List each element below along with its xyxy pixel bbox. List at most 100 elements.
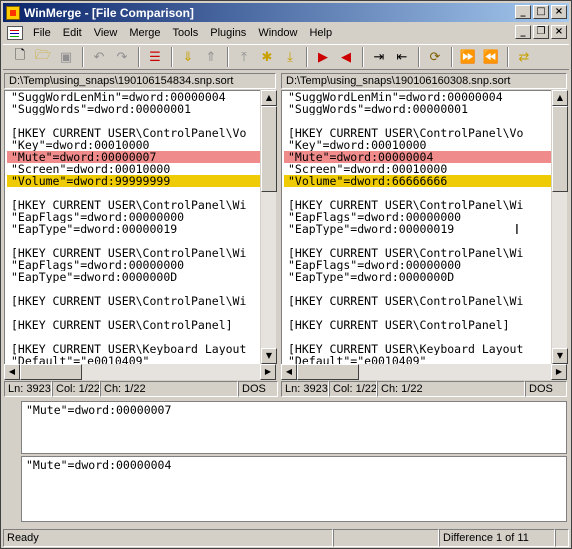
right-code-line[interactable]: [HKEY_CURRENT_USER\ControlPanel] xyxy=(284,319,566,331)
current-diff-icon[interactable]: ✱ xyxy=(256,46,278,68)
left-code-line[interactable]: [HKEY_CURRENT_USER\ControlPanel\Wi xyxy=(7,295,275,307)
save-icon[interactable]: ▣ xyxy=(55,46,77,68)
left-hscroll[interactable]: ◀ ▶ xyxy=(4,364,276,380)
left-code-line[interactable]: [HKEY_CURRENT_USER\ControlPanel\Vo xyxy=(7,127,275,139)
refresh-icon[interactable]: ⟳ xyxy=(424,46,446,68)
maximize-button[interactable]: □ xyxy=(533,5,549,19)
left-code-line[interactable] xyxy=(7,187,275,199)
menu-help[interactable]: Help xyxy=(303,25,338,41)
right-hscroll[interactable]: ◀ ▶ xyxy=(281,364,567,380)
prev-diff-icon[interactable]: ⇑ xyxy=(200,46,222,68)
menu-plugins[interactable]: Plugins xyxy=(204,25,252,41)
swap-icon[interactable]: ⇄ xyxy=(513,46,535,68)
left-code-line[interactable]: "SuggWords"=dword:00000001 xyxy=(7,103,275,115)
left-code-line[interactable]: "Volume"=dword:99999999 xyxy=(7,175,275,187)
left-code-line[interactable]: "Mute"=dword:00000007 xyxy=(7,151,275,163)
new-icon[interactable]: 🗋 xyxy=(9,46,31,68)
left-code-line[interactable]: [HKEY_CURRENT_USER\ControlPanel\Wi xyxy=(7,199,275,211)
open-icon[interactable]: 🗁 xyxy=(32,46,54,68)
undo-icon[interactable]: ↶ xyxy=(88,46,110,68)
scroll-up-icon[interactable]: ▲ xyxy=(261,90,277,106)
menu-view[interactable]: View xyxy=(88,25,124,41)
right-code-line[interactable] xyxy=(284,187,566,199)
scroll-thumb[interactable] xyxy=(261,106,277,192)
right-code-line[interactable]: "Key"=dword:00010000 xyxy=(284,139,566,151)
left-code-line[interactable] xyxy=(7,115,275,127)
left-code-line[interactable]: "EapType"=dword:00000019 xyxy=(7,223,275,235)
scroll-up-icon[interactable]: ▲ xyxy=(552,90,568,106)
right-code-line[interactable]: [HKEY_CURRENT_USER\Keyboard Layout xyxy=(284,343,566,355)
right-code-line[interactable] xyxy=(284,307,566,319)
right-code-line[interactable]: [HKEY_CURRENT_USER\ControlPanel\Wi xyxy=(284,295,566,307)
left-code-line[interactable]: "SuggWordLenMin"=dword:00000004 xyxy=(7,91,275,103)
right-vscroll[interactable]: ▲ ▼ xyxy=(551,90,568,364)
redo-icon[interactable]: ↷ xyxy=(111,46,133,68)
left-code-line[interactable] xyxy=(7,283,275,295)
right-code-line[interactable]: [HKEY_CURRENT_USER\ControlPanel\Wi xyxy=(284,247,566,259)
left-code-line[interactable]: [HKEY_CURRENT_USER\ControlPanel] xyxy=(7,319,275,331)
close-button[interactable]: × xyxy=(551,5,567,19)
right-code-line[interactable]: [HKEY_CURRENT_USER\ControlPanel\Vo xyxy=(284,127,566,139)
right-code-line[interactable]: "Mute"=dword:00000004 xyxy=(284,151,566,163)
left-code-line[interactable]: [HKEY_CURRENT_USER\ControlPanel\Wi xyxy=(7,247,275,259)
copy-left-icon[interactable]: ◀ xyxy=(335,46,357,68)
right-code-line[interactable]: "EapFlags"=dword:00000000 xyxy=(284,211,566,223)
detail-pane-right[interactable]: "Mute"=dword:00000004 xyxy=(21,456,567,522)
scroll-down-icon[interactable]: ▼ xyxy=(261,348,277,364)
left-code-line[interactable]: "EapFlags"=dword:00000000 xyxy=(7,211,275,223)
left-pane[interactable]: "SuggWordLenMin"=dword:00000004 "SuggWord… xyxy=(4,90,276,380)
detail-pane-left[interactable]: "Mute"=dword:00000007 xyxy=(21,401,567,454)
scroll-thumb[interactable] xyxy=(552,106,568,192)
hscroll-thumb[interactable] xyxy=(20,364,82,380)
last-diff-icon[interactable]: ⤓ xyxy=(279,46,301,68)
right-code-line[interactable]: "EapType"=dword:0000000D xyxy=(284,271,566,283)
left-code-line[interactable]: "Screen"=dword:00010000 xyxy=(7,163,275,175)
scroll-right-icon[interactable]: ▶ xyxy=(260,364,276,380)
hscroll-thumb[interactable] xyxy=(297,364,359,380)
right-code-line[interactable]: "Volume"=dword:66666666 xyxy=(284,175,566,187)
all-left-icon[interactable]: ⏪ xyxy=(480,46,502,68)
doc-restore-button[interactable]: ❐ xyxy=(533,25,549,39)
right-code[interactable]: "SuggWordLenMin"=dword:00000004 "SuggWord… xyxy=(284,91,566,367)
right-code-line[interactable] xyxy=(284,331,566,343)
first-diff-icon[interactable]: ⤒ xyxy=(233,46,255,68)
left-vscroll[interactable]: ▲ ▼ xyxy=(260,90,277,364)
scroll-down-icon[interactable]: ▼ xyxy=(552,348,568,364)
scroll-left-icon[interactable]: ◀ xyxy=(4,364,20,380)
next-diff-icon[interactable]: ⇓ xyxy=(177,46,199,68)
copy-left-advance-icon[interactable]: ⇤ xyxy=(391,46,413,68)
scroll-right-icon[interactable]: ▶ xyxy=(551,364,567,380)
right-code-line[interactable] xyxy=(284,235,566,247)
menu-edit[interactable]: Edit xyxy=(57,25,88,41)
left-code-line[interactable]: [HKEY_CURRENT_USER\Keyboard Layout xyxy=(7,343,275,355)
left-code-line[interactable]: "EapFlags"=dword:00000000 xyxy=(7,259,275,271)
right-code-line[interactable]: "EapFlags"=dword:00000000 xyxy=(284,259,566,271)
menu-file[interactable]: File xyxy=(27,25,57,41)
right-code-line[interactable] xyxy=(284,115,566,127)
left-code-line[interactable] xyxy=(7,331,275,343)
menu-merge[interactable]: Merge xyxy=(123,25,166,41)
options-icon[interactable]: ☰ xyxy=(144,46,166,68)
minimize-button[interactable]: _ xyxy=(515,5,531,19)
right-code-line[interactable]: "Screen"=dword:00010000 xyxy=(284,163,566,175)
doc-minimize-button[interactable]: _ xyxy=(515,25,531,39)
copy-right-icon[interactable]: ▶ xyxy=(312,46,334,68)
menu-window[interactable]: Window xyxy=(252,25,303,41)
left-code-line[interactable]: "Key"=dword:00010000 xyxy=(7,139,275,151)
scroll-left-icon[interactable]: ◀ xyxy=(281,364,297,380)
right-code-line[interactable]: "SuggWordLenMin"=dword:00000004 xyxy=(284,91,566,103)
copy-right-advance-icon[interactable]: ⇥ xyxy=(368,46,390,68)
doc-close-button[interactable]: × xyxy=(551,25,567,39)
right-code-line[interactable] xyxy=(284,283,566,295)
size-grip[interactable] xyxy=(555,529,569,547)
right-code-line[interactable]: "SuggWords"=dword:00000001 xyxy=(284,103,566,115)
right-code-line[interactable]: [HKEY_CURRENT_USER\ControlPanel\Wi xyxy=(284,199,566,211)
right-pane[interactable]: "SuggWordLenMin"=dword:00000004 "SuggWord… xyxy=(281,90,567,380)
left-code-line[interactable] xyxy=(7,307,275,319)
left-code-line[interactable]: "EapType"=dword:0000000D xyxy=(7,271,275,283)
left-code-line[interactable] xyxy=(7,235,275,247)
document-icon[interactable] xyxy=(7,25,23,40)
left-code[interactable]: "SuggWordLenMin"=dword:00000004 "SuggWord… xyxy=(7,91,275,367)
right-code-line[interactable]: "EapType"=dword:00000019 xyxy=(284,223,566,235)
all-right-icon[interactable]: ⏩ xyxy=(457,46,479,68)
